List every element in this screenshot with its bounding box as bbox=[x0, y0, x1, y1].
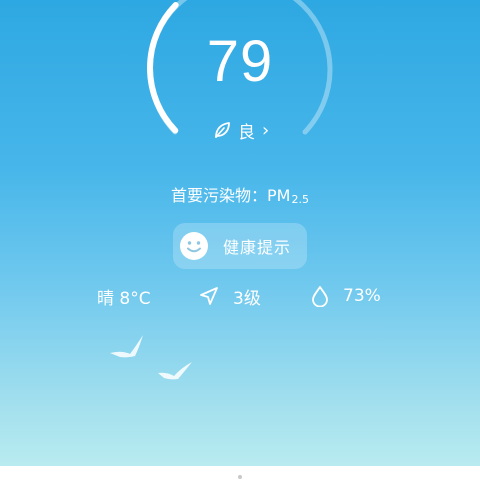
seagulls-decoration bbox=[110, 335, 192, 380]
seagull-icon bbox=[110, 335, 143, 358]
bottom-nav-strip bbox=[0, 466, 480, 480]
seagull-icon bbox=[158, 362, 192, 380]
page-indicator-dot bbox=[238, 475, 242, 479]
